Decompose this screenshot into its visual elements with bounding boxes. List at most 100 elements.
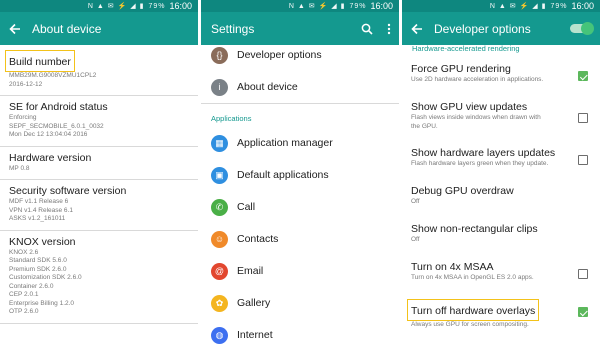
battery-level: 79% xyxy=(148,2,166,10)
item-detail: MMB29M.G9008VZMU1CPL2 xyxy=(9,72,97,79)
option-title: Show hardware layers updates xyxy=(411,147,556,159)
highlight-box: Build number xyxy=(5,50,75,72)
option-checkbox[interactable] xyxy=(578,71,588,81)
item-detail: MDF v1.1 Release 6 xyxy=(9,198,69,205)
item-detail: VPN v1.4 Release 6.1 xyxy=(9,206,73,214)
item-detail: ASKS v1.2_161011 xyxy=(9,215,66,222)
item-detail: 2016-12-12 xyxy=(9,80,43,88)
item-detail: Mon Dec 12 13:04:04 2016 xyxy=(9,131,88,138)
settings-item-label: About device xyxy=(237,81,298,93)
settings-item-label: Application manager xyxy=(237,137,333,149)
developer-option-item[interactable]: Debug GPU overdraw Off xyxy=(402,179,600,217)
item-detail: Container 2.6.0 xyxy=(9,282,54,290)
item-detail: Standard SDK 5.6.0 xyxy=(9,257,67,264)
status-icons: N ▲ ✉ ⚡ ◢ ▮ xyxy=(489,3,547,10)
settings-item-label: Internet xyxy=(237,329,273,341)
developer-options-list: Force GPU rendering Use 2D hardware accel… xyxy=(402,57,600,331)
status-bar: N ▲ ✉ ⚡ ◢ ▮ 79% 16:00 xyxy=(201,0,399,12)
option-summary: Off xyxy=(411,236,420,243)
about-device-item[interactable]: Security software version MDF v1.1 Releas… xyxy=(0,180,198,231)
item-detail: SEPF_SECMOBILE_6.0.1_0032 xyxy=(9,122,104,130)
status-icons: N ▲ ✉ ⚡ ◢ ▮ xyxy=(288,3,346,10)
option-checkbox[interactable] xyxy=(578,307,588,317)
app-bar: About device xyxy=(0,12,198,45)
option-title: Turn on 4x MSAA xyxy=(411,261,494,273)
settings-item-label: Contacts xyxy=(237,233,279,245)
item-detail: MP 0.8 xyxy=(9,164,30,172)
contacts-icon: ☺ xyxy=(211,230,228,248)
developer-options-toggle[interactable] xyxy=(570,21,594,35)
option-checkbox[interactable] xyxy=(578,113,588,123)
item-detail: Customization SDK 2.6.0 xyxy=(9,274,82,281)
search-icon[interactable] xyxy=(361,23,373,35)
back-arrow-icon[interactable] xyxy=(8,22,22,36)
option-summary: Flash views inside windows when drawn wi… xyxy=(411,114,541,121)
option-summary: Always use GPU for screen compositing. xyxy=(411,321,529,328)
status-time: 16:00 xyxy=(370,1,393,11)
option-summary: the GPU. xyxy=(411,122,438,130)
option-title: Show GPU view updates xyxy=(411,101,528,113)
option-checkbox[interactable] xyxy=(578,269,588,279)
email-icon: @ xyxy=(211,262,228,280)
settings-item-label: Developer options xyxy=(237,49,322,61)
back-arrow-icon[interactable] xyxy=(410,22,424,36)
item-title: Hardware version xyxy=(9,151,92,164)
developer-options-icon: {} xyxy=(211,46,228,64)
status-time: 16:00 xyxy=(571,1,594,11)
settings-item[interactable]: ☺ Contacts xyxy=(201,223,399,255)
page-title: Settings xyxy=(211,21,255,36)
page-title: About device xyxy=(32,21,102,36)
option-summary: Turn on 4x MSAA in OpenGL ES 2.0 apps. xyxy=(411,274,534,281)
developer-option-item[interactable]: Show GPU view updates Flash views inside … xyxy=(402,95,600,141)
item-title: Build number xyxy=(9,56,71,68)
settings-item[interactable]: ◍ Internet xyxy=(201,319,399,351)
status-bar: N ▲ ✉ ⚡ ◢ ▮ 79% 16:00 xyxy=(402,0,600,12)
app-bar: Developer options xyxy=(402,12,600,45)
settings-item[interactable]: ▦ Application manager xyxy=(201,127,399,159)
page-title: Developer options xyxy=(434,21,531,36)
about-device-item[interactable]: KNOX version KNOX 2.6 Standard SDK 5.6.0 Pr… xyxy=(0,231,198,324)
default-applications-icon: ▣ xyxy=(211,166,228,184)
about-device-item[interactable]: Hardware version MP 0.8 xyxy=(0,147,198,180)
item-detail: OTP 2.6.0 xyxy=(9,308,39,315)
settings-item-label: Email xyxy=(237,265,264,277)
option-title: Force GPU rendering xyxy=(411,63,511,75)
settings-item-label: Call xyxy=(237,201,256,213)
settings-item[interactable]: i About device xyxy=(201,71,399,103)
developer-option-item[interactable]: Show hardware layers updates Flash hardwa… xyxy=(402,141,600,179)
application-manager-icon: ▦ xyxy=(211,134,228,152)
settings-item[interactable]: ✆ Call xyxy=(201,191,399,223)
option-title: Show non-rectangular clips xyxy=(411,223,538,235)
option-summary: Off xyxy=(411,198,420,205)
section-header: Applications xyxy=(211,114,252,123)
about-device-item[interactable]: SE for Android status Enforcing SEPF_SECMO… xyxy=(0,96,198,147)
developer-option-item[interactable]: Turn on 4x MSAA Turn on 4x MSAA in OpenGL… xyxy=(402,255,600,293)
highlight-box: Turn off hardware overlays xyxy=(407,299,540,321)
developer-option-item[interactable]: Force GPU rendering Use 2D hardware accel… xyxy=(402,57,600,95)
battery-level: 79% xyxy=(550,2,568,10)
developer-option-item[interactable]: Turn off hardware overlays Always use GPU… xyxy=(402,293,600,331)
item-detail: Enterprise Billing 1.2.0 xyxy=(9,299,75,307)
option-title: Debug GPU overdraw xyxy=(411,185,514,197)
more-options-icon[interactable] xyxy=(387,23,391,35)
about-device-list: Build number MMB29M.G9008VZMU1CPL2 2016-12… xyxy=(0,45,198,324)
settings-item[interactable]: ▣ Default applications xyxy=(201,159,399,191)
about-device-item[interactable]: Build number MMB29M.G9008VZMU1CPL2 2016-12… xyxy=(0,45,198,96)
item-detail: Premium SDK 2.6.0 xyxy=(9,265,67,273)
item-title: KNOX version xyxy=(9,235,76,248)
option-checkbox[interactable] xyxy=(578,155,588,165)
status-icons: N ▲ ✉ ⚡ ◢ ▮ xyxy=(87,3,145,10)
item-detail: KNOX 2.6 xyxy=(9,248,39,256)
item-title: Security software version xyxy=(9,185,127,197)
settings-item-label: Gallery xyxy=(237,297,271,309)
item-title: SE for Android status xyxy=(9,101,108,113)
developer-option-item[interactable]: Show non-rectangular clips Off xyxy=(402,217,600,255)
internet-icon: ◍ xyxy=(211,326,228,344)
item-detail: CEP 2.0.1 xyxy=(9,291,39,298)
settings-item[interactable]: ✿ Gallery xyxy=(201,287,399,319)
settings-item[interactable]: @ Email xyxy=(201,255,399,287)
status-bar: N ▲ ✉ ⚡ ◢ ▮ 79% 16:00 xyxy=(0,0,198,12)
section-header: Hardware-accelerated rendering xyxy=(412,44,520,53)
settings-list: {} Developer options i About device Applicat… xyxy=(201,39,399,351)
settings-screen: N ▲ ✉ ⚡ ◢ ▮ 79% 16:00 Settings {} Develop… xyxy=(201,0,399,351)
